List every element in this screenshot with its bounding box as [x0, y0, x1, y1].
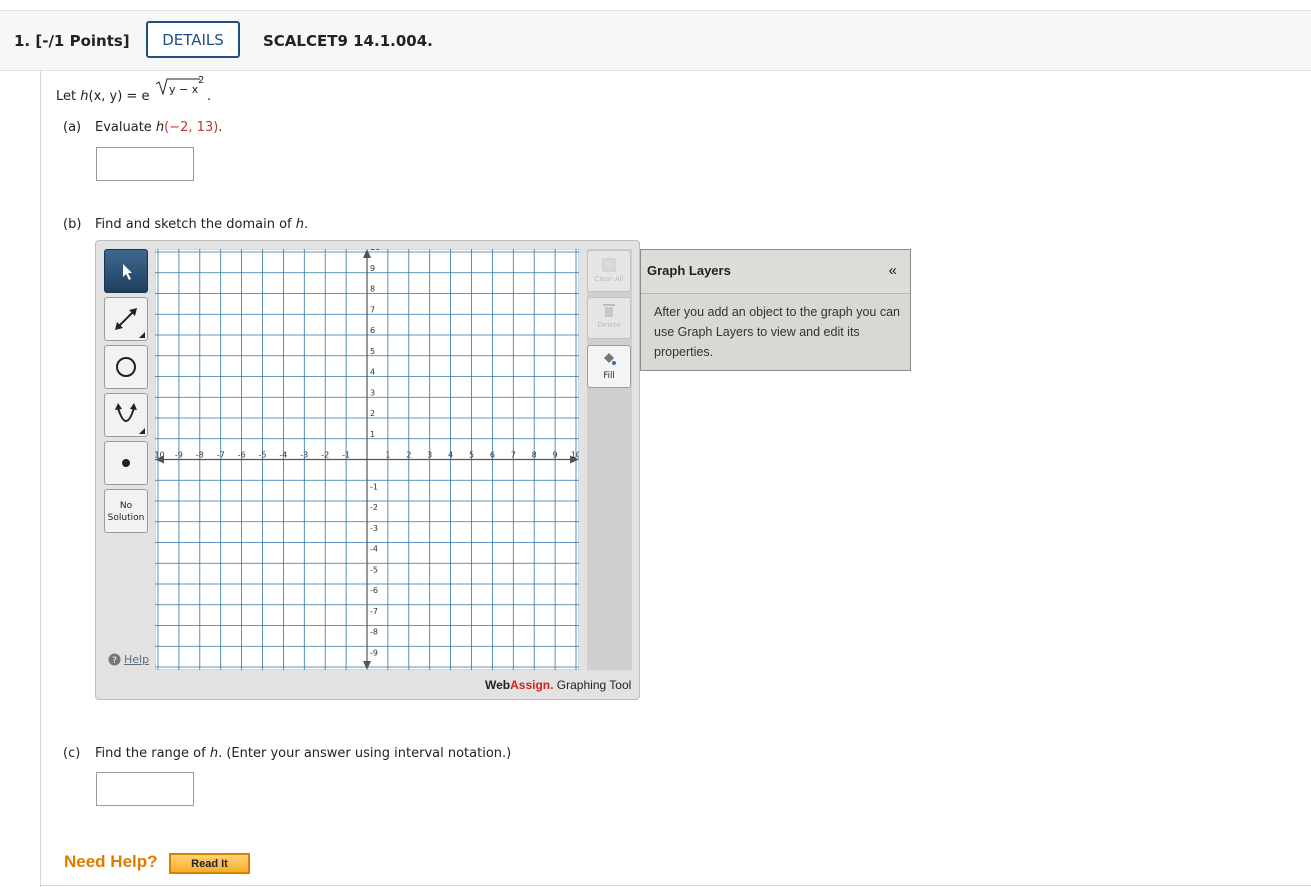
- answer-input-a[interactable]: [96, 147, 194, 181]
- x-tick-label: 4: [448, 451, 453, 460]
- x-tick-label: -10: [155, 451, 165, 460]
- exponent-power: 2: [198, 75, 205, 86]
- circle-tool-button[interactable]: [104, 345, 148, 389]
- y-tick-label: -9: [370, 648, 378, 657]
- graph-layers-description: After you add an object to the graph you…: [654, 305, 901, 359]
- y-tick-label: -7: [370, 607, 378, 616]
- y-tick-label: -2: [370, 503, 378, 512]
- y-tick-label: -4: [370, 545, 378, 554]
- parabola-tool-button[interactable]: [104, 393, 148, 437]
- pointer-icon: [123, 264, 132, 280]
- part-a-label: (a): [63, 120, 82, 135]
- y-tick-label: 5: [370, 347, 375, 356]
- x-tick-label: -8: [196, 451, 204, 460]
- y-tick-label: -1: [370, 482, 378, 491]
- x-tick-label: -1: [342, 451, 350, 460]
- graph-layers-title: Graph Layers: [647, 263, 731, 278]
- circle-icon: [116, 357, 136, 377]
- help-link[interactable]: ? Help: [108, 653, 149, 666]
- point-icon: [122, 459, 130, 467]
- y-tick-label: 7: [370, 305, 375, 314]
- graph-canvas[interactable]: -10 -9 -8 -7 -6 -5 -4 -3 -2 -1 1 2 3 4 5 6 7 8 9 10 10 9 8 7 6 5 4…: [155, 249, 579, 670]
- x-tick-label: -5: [259, 451, 267, 460]
- fill-button[interactable]: Fill: [587, 345, 631, 388]
- need-help-label: Need Help?: [64, 852, 158, 871]
- read-it-button[interactable]: Read It: [169, 853, 250, 874]
- x-tick-label: 9: [553, 451, 558, 460]
- x-tick-label: 3: [427, 451, 432, 460]
- y-tick-label: -8: [370, 628, 378, 637]
- x-tick-label: 2: [406, 451, 411, 460]
- y-tick-label: 9: [370, 264, 375, 273]
- help-icon: ?: [108, 653, 121, 666]
- paint-bucket-icon: [604, 353, 616, 365]
- x-tick-label: 10: [571, 451, 579, 460]
- y-tick-label: 10: [370, 249, 380, 252]
- graph-layers-panel: Graph Layers « After you add an object t…: [640, 249, 911, 371]
- x-tick-label: 1: [385, 451, 390, 460]
- part-b-text: Find and sketch the domain of h.: [95, 217, 309, 232]
- y-tick-label: -6: [370, 586, 378, 595]
- x-tick-label: 5: [469, 451, 474, 460]
- svg-text:?: ?: [112, 656, 117, 666]
- question-number: 1. [-/1 Points]: [14, 32, 130, 50]
- collapse-icon[interactable]: «: [889, 262, 897, 279]
- clear-all-button[interactable]: Clear All: [587, 250, 631, 292]
- line-icon: [115, 308, 145, 338]
- part-c-label: (c): [63, 746, 81, 761]
- answer-input-c[interactable]: [96, 772, 194, 806]
- function-args: (x, y) = e: [88, 89, 150, 104]
- x-tick-label: -9: [175, 451, 183, 460]
- y-tick-label: 8: [370, 285, 375, 294]
- details-button[interactable]: DETAILS: [146, 21, 240, 58]
- let-prefix: Let: [56, 89, 81, 104]
- x-tick-label: 7: [511, 451, 516, 460]
- y-tick-label: 2: [370, 409, 375, 418]
- part-c-text: Find the range of h. (Enter your answer …: [95, 746, 512, 761]
- x-tick-label: -7: [217, 451, 225, 460]
- question-id: SCALCET9 14.1.004.: [263, 32, 433, 50]
- x-tick-label: -4: [279, 451, 287, 460]
- x-tick-label: 6: [490, 451, 495, 460]
- y-tick-label: -10: [370, 669, 383, 670]
- x-tick-label: -3: [300, 451, 308, 460]
- webassign-brand: WebAssign. Graphing Tool: [485, 678, 632, 692]
- function-definition: Let h(x, y) = e: [56, 89, 149, 104]
- exponent-radicand: y − x: [169, 83, 199, 96]
- trash-icon: [603, 304, 615, 317]
- pointer-tool-button[interactable]: [104, 249, 148, 293]
- evaluation-point: (−2, 13): [164, 120, 219, 135]
- parabola-icon: [115, 403, 145, 434]
- graph-layers-header: Graph Layers «: [641, 250, 910, 294]
- y-tick-label: -3: [370, 524, 378, 533]
- line-tool-button[interactable]: [104, 297, 148, 341]
- bottom-divider: [40, 885, 1311, 886]
- part-a-text: Evaluate h(−2, 13).: [95, 120, 223, 135]
- x-tick-label: -6: [238, 451, 246, 460]
- y-tick-label: 4: [370, 368, 375, 377]
- point-tool-button[interactable]: [104, 441, 148, 485]
- x-tick-label: 8: [532, 451, 537, 460]
- part-b-label: (b): [63, 217, 82, 232]
- left-divider: [40, 71, 41, 887]
- definition-period: .: [207, 89, 212, 104]
- delete-button[interactable]: Delete: [587, 297, 631, 339]
- y-tick-label: 6: [370, 326, 375, 335]
- no-solution-button[interactable]: No Solution: [104, 489, 148, 533]
- y-tick-label: -5: [370, 565, 378, 574]
- y-tick-label: 1: [370, 430, 375, 439]
- x-tick-label: -2: [321, 451, 329, 460]
- function-name: h: [80, 89, 89, 104]
- y-tick-label: 3: [370, 388, 375, 397]
- clear-all-icon: [602, 258, 616, 272]
